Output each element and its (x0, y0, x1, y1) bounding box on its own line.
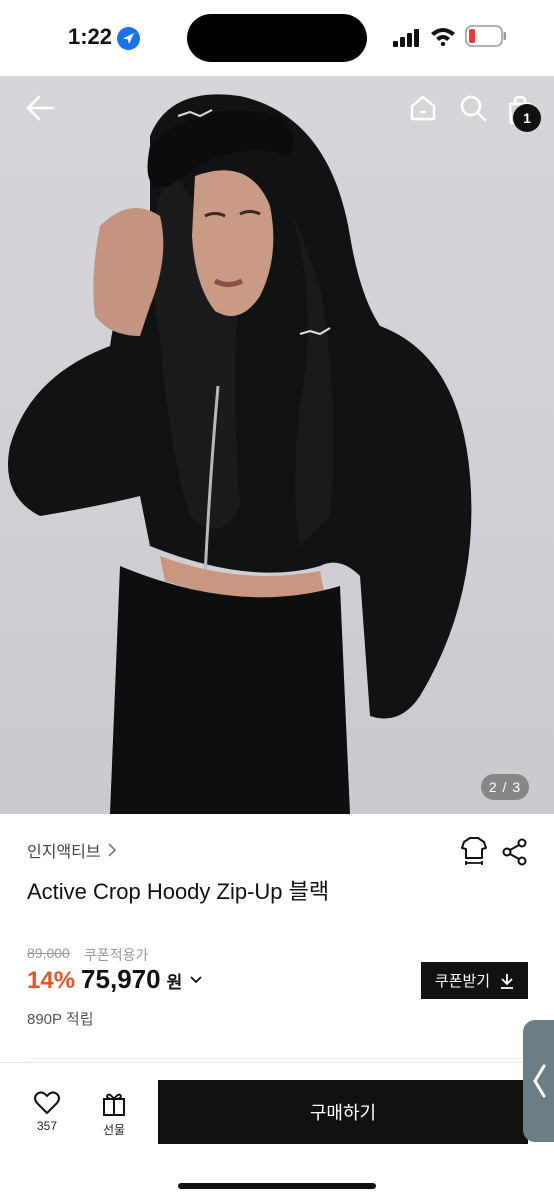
search-icon (460, 95, 487, 122)
product-photo (8, 94, 472, 814)
wifi-icon (431, 28, 455, 46)
product-title: Active Crop Hoody Zip-Up 블랙 (27, 879, 330, 904)
signal-icon (393, 29, 419, 47)
discount-rate: 14% (27, 967, 76, 994)
original-price: 89,000 (27, 945, 70, 961)
divider (27, 1058, 527, 1059)
buy-button-label: 구매하기 (309, 1103, 377, 1123)
brand-name: 인지액티브 (27, 844, 101, 861)
gift-label: 선물 (102, 1123, 126, 1137)
gift-button[interactable]: 선물 (93, 1091, 135, 1147)
location-arrow-icon (117, 27, 140, 50)
product-actions (460, 836, 530, 868)
share-icon[interactable] (502, 838, 528, 866)
coupon-button-label: 쿠폰받기 (434, 973, 491, 990)
download-icon (501, 973, 514, 989)
home-icon (410, 95, 436, 121)
dynamic-island (187, 14, 367, 62)
coupon-download-button[interactable]: 쿠폰받기 (421, 962, 528, 999)
home-button[interactable] (406, 90, 440, 126)
image-page-indicator: 2 / 3 (481, 774, 529, 800)
side-panel-tab[interactable] (523, 1020, 554, 1142)
size-guide-icon[interactable] (460, 836, 488, 866)
gift-icon (103, 1093, 125, 1116)
search-button[interactable] (456, 90, 490, 126)
sale-price: 75,970 (81, 964, 161, 994)
price-row[interactable]: 14% 75,970 원 (27, 964, 202, 995)
chevron-down-icon (190, 975, 202, 983)
reward-points: 890P 적립 (27, 1011, 94, 1028)
currency-unit: 원 (166, 973, 183, 992)
back-arrow-icon (26, 95, 55, 121)
chevron-right-icon (108, 843, 116, 857)
product-image[interactable]: 1 2 / 3 (0, 76, 554, 814)
heart-icon (34, 1091, 60, 1114)
like-button[interactable]: 357 (26, 1091, 68, 1147)
like-count: 357 (36, 1119, 58, 1133)
back-button[interactable] (22, 90, 58, 126)
battery-icon (465, 25, 506, 47)
status-bar: 1:22 (0, 0, 554, 76)
coupon-price-label: 쿠폰적용가 (84, 947, 149, 963)
cart-count-badge: 1 (513, 104, 541, 132)
status-time: 1:22 (68, 24, 113, 49)
chevron-left-icon (532, 1064, 545, 1098)
buy-button[interactable]: 구매하기 (158, 1080, 528, 1144)
bottom-action-bar: 357 선물 구매하기 (0, 1062, 554, 1200)
brand-link[interactable]: 인지액티브 (27, 838, 117, 862)
home-indicator (178, 1183, 376, 1189)
